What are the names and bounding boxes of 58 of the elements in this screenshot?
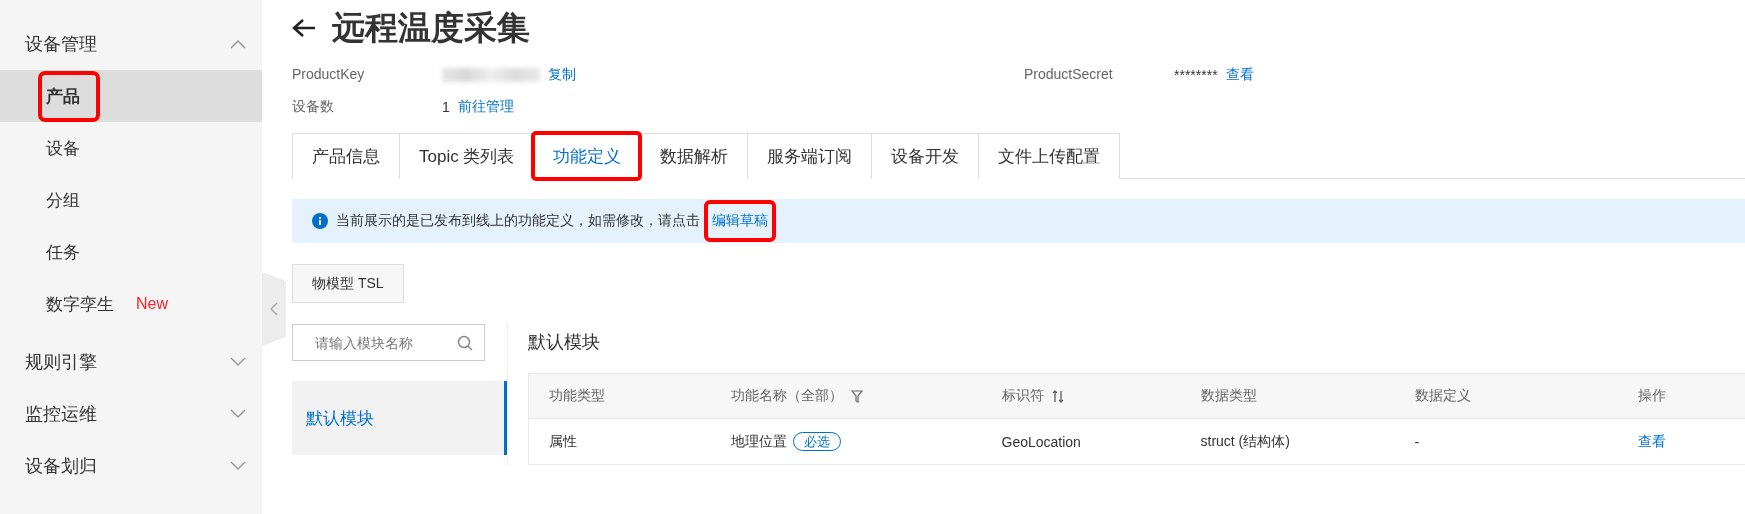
tsl-button[interactable]: 物模型 TSL	[292, 264, 404, 303]
chevron-down-icon	[230, 357, 246, 367]
chevron-up-icon	[230, 39, 246, 49]
search-input[interactable]: 请输入模块名称	[313, 333, 457, 352]
header-label: 操作	[1637, 387, 1666, 405]
table-cell: struct (结构体)	[1180, 418, 1395, 465]
item-label: 任务	[45, 241, 81, 264]
device-count: 1	[442, 99, 450, 115]
field-label: 设备数	[292, 98, 335, 116]
chevron-down-icon	[230, 461, 246, 471]
table-cell: 属性	[528, 418, 711, 465]
new-label: New	[136, 295, 168, 313]
chevron-left-icon	[270, 302, 278, 316]
tab[interactable]: 产品信息	[292, 133, 399, 179]
table-cell: GeoLocation	[981, 418, 1181, 465]
sidebar-group[interactable]: 监控运维	[0, 394, 262, 434]
header-label: 功能名称（全部）	[730, 387, 843, 405]
tab[interactable]: 设备开发	[871, 133, 979, 179]
tab[interactable]: 数据解析	[640, 133, 748, 179]
filter-icon[interactable]	[850, 389, 863, 403]
item-label: 设备	[45, 137, 81, 160]
search-icon	[457, 334, 473, 351]
view-link[interactable]: 查看	[1637, 432, 1666, 449]
table-cell: 地理位置	[730, 432, 787, 449]
header-label: 数据定义	[1414, 387, 1471, 405]
info-icon	[312, 213, 328, 229]
sidebar-group[interactable]: 设备管理	[0, 24, 262, 64]
notice-text: 当前展示的是已发布到线上的功能定义，如需修改，请点击	[336, 212, 700, 230]
back-arrow-icon[interactable]	[292, 18, 316, 38]
module-item[interactable]: 默认模块	[292, 381, 507, 455]
sidebar-item[interactable]: 数字孪生 New	[0, 278, 262, 330]
sidebar-item[interactable]: 产品	[0, 70, 262, 122]
tab[interactable]: Topic 类列表	[399, 133, 534, 179]
tab[interactable]: 服务端订阅	[747, 133, 872, 179]
search-field[interactable]: 请输入模块名称	[292, 324, 485, 361]
field-label: ProductKey	[292, 66, 366, 84]
field-label: ProductSecret	[1024, 66, 1114, 84]
copy-link[interactable]: 复制	[548, 66, 576, 84]
sort-icon[interactable]	[1051, 389, 1064, 403]
tab[interactable]: 功能定义	[533, 133, 641, 179]
chevron-down-icon	[230, 409, 246, 419]
item-label: 分组	[45, 189, 81, 212]
sidebar-item[interactable]: 任务	[0, 226, 262, 278]
masked-value: ********	[1174, 67, 1218, 83]
sidebar-item[interactable]: 分组	[0, 174, 262, 226]
sidebar-group[interactable]: 规则引擎	[0, 342, 262, 382]
page-title: 远程温度采集	[332, 7, 530, 48]
item-label: 数字孪生	[45, 293, 115, 316]
header-label: 功能类型	[549, 387, 605, 405]
header-label: 标识符	[1001, 387, 1044, 405]
tab[interactable]: 文件上传配置	[978, 133, 1121, 179]
section-title: 默认模块	[528, 331, 601, 354]
manage-link[interactable]: 前往管理	[457, 98, 514, 116]
header-label: 数据类型	[1200, 387, 1257, 405]
sidebar-item[interactable]: 设备	[0, 122, 262, 174]
view-link[interactable]: 查看	[1225, 66, 1254, 84]
table-cell: -	[1394, 418, 1618, 465]
sidebar-group[interactable]: 设备划归	[0, 446, 262, 486]
